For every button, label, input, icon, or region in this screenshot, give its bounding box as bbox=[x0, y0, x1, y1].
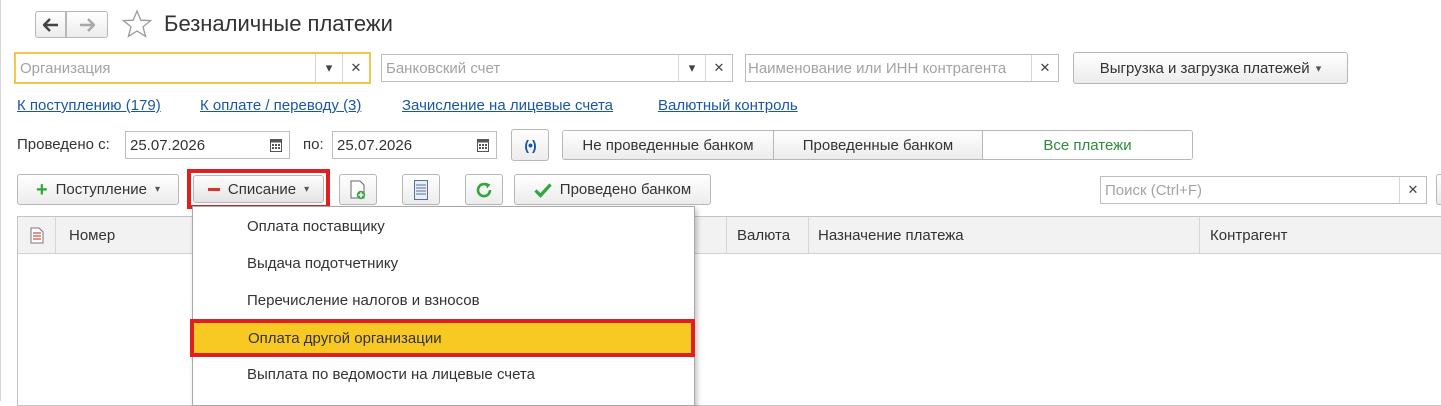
receipt-button[interactable]: + Поступление ▾ bbox=[17, 174, 179, 205]
page-title: Безналичные платежи bbox=[164, 11, 393, 36]
export-import-button[interactable]: Выгрузка и загрузка платежей ▾ bbox=[1073, 52, 1348, 84]
column-divider bbox=[808, 217, 809, 253]
bank-account-input[interactable] bbox=[382, 55, 678, 81]
plus-icon: + bbox=[35, 178, 48, 201]
close-icon: ✕ bbox=[1407, 182, 1419, 197]
link-to-pay[interactable]: К оплате / переводу (3) bbox=[200, 97, 361, 114]
arrow-right-icon bbox=[80, 17, 95, 32]
counterparty-input[interactable] bbox=[746, 55, 1031, 81]
chevron-down-icon: ▾ bbox=[325, 60, 333, 75]
search-options-button[interactable] bbox=[1436, 174, 1441, 205]
minus-icon bbox=[207, 187, 220, 191]
column-divider bbox=[1199, 217, 1200, 253]
chevron-down-icon: ▾ bbox=[1315, 62, 1322, 75]
organization-input[interactable] bbox=[16, 54, 315, 82]
tab-not-posted[interactable]: Не проведенные банком bbox=[563, 131, 774, 159]
organization-dropdown-button[interactable]: ▾ bbox=[315, 54, 342, 82]
close-icon: ✕ bbox=[350, 60, 362, 75]
period-from-label: Проведено с: bbox=[17, 136, 110, 153]
receipt-label: Поступление bbox=[55, 181, 148, 198]
period-to-label: по: bbox=[303, 136, 324, 153]
search-clear-button[interactable]: ✕ bbox=[1399, 177, 1426, 203]
status-tabs: Не проведенные банком Проведенные банком… bbox=[562, 130, 1193, 160]
posted-by-bank-label: Проведено банком bbox=[559, 181, 692, 198]
calendar-icon bbox=[476, 139, 489, 152]
period-settings-button[interactable]: (•) bbox=[511, 129, 549, 161]
organization-field[interactable]: ▾ ✕ bbox=[14, 52, 371, 84]
organization-clear-button[interactable]: ✕ bbox=[342, 54, 369, 82]
menu-item[interactable]: Выдача подотчетнику bbox=[193, 245, 694, 282]
writeoff-dropdown-menu: Оплата поставщику Выдача подотчетнику Пе… bbox=[190, 206, 695, 406]
chevron-down-icon: ▾ bbox=[155, 184, 161, 195]
menu-item[interactable]: Выплата по ведомости на лицевые счета bbox=[193, 356, 694, 393]
chevron-down-icon: ▾ bbox=[304, 183, 310, 195]
window-border bbox=[0, 0, 1, 401]
writeoff-label: Списание bbox=[227, 180, 297, 198]
list-icon bbox=[414, 179, 428, 200]
menu-item[interactable]: Оплата поставщику bbox=[193, 208, 694, 245]
calendar-button[interactable] bbox=[469, 132, 496, 158]
calendar-button[interactable] bbox=[262, 132, 289, 158]
export-import-label: Выгрузка и загрузка платежей bbox=[1099, 59, 1310, 77]
link-personal-accounts[interactable]: Зачисление на лицевые счета bbox=[402, 97, 613, 114]
back-button[interactable] bbox=[35, 11, 66, 38]
period-to-input[interactable] bbox=[333, 132, 469, 158]
period-to-field[interactable] bbox=[332, 131, 497, 159]
link-incoming[interactable]: К поступлению (179) bbox=[17, 97, 161, 114]
column-divider bbox=[726, 217, 727, 253]
writeoff-button[interactable]: Списание ▾ bbox=[193, 175, 324, 203]
menu-item[interactable]: Перечисление налогов и взносов bbox=[193, 282, 694, 319]
bank-account-clear-button[interactable]: ✕ bbox=[705, 55, 732, 81]
period-from-field[interactable] bbox=[125, 131, 290, 159]
create-copy-button[interactable] bbox=[339, 174, 377, 205]
column-purpose[interactable]: Назначение платежа bbox=[818, 227, 964, 244]
chevron-down-icon: ▾ bbox=[688, 60, 696, 75]
counterparty-clear-button[interactable]: ✕ bbox=[1031, 55, 1058, 81]
star-outline-icon[interactable] bbox=[121, 9, 153, 39]
column-number[interactable]: Номер bbox=[69, 227, 115, 244]
bank-account-dropdown-button[interactable]: ▾ bbox=[678, 55, 705, 81]
arrow-left-icon bbox=[42, 17, 58, 32]
document-add-icon bbox=[350, 180, 366, 199]
posted-by-bank-button[interactable]: Проведено банком bbox=[514, 174, 711, 205]
bank-account-field[interactable]: ▾ ✕ bbox=[381, 54, 733, 82]
calendar-icon bbox=[269, 139, 282, 152]
close-icon: ✕ bbox=[1039, 60, 1051, 75]
tab-all[interactable]: Все платежи bbox=[983, 131, 1192, 159]
column-counterparty[interactable]: Контрагент bbox=[1210, 227, 1288, 244]
link-currency-control[interactable]: Валютный контроль bbox=[658, 97, 798, 114]
search-input[interactable] bbox=[1101, 177, 1399, 203]
search-field[interactable]: ✕ bbox=[1100, 176, 1427, 204]
close-icon: ✕ bbox=[713, 60, 725, 75]
period-signal-icon: (•) bbox=[524, 137, 536, 153]
checkmark-icon bbox=[534, 182, 552, 198]
list-button[interactable] bbox=[402, 174, 440, 205]
menu-item-highlighted[interactable]: Оплата другой организации bbox=[190, 319, 695, 357]
column-icon-cell bbox=[18, 217, 56, 253]
refresh-icon bbox=[476, 182, 492, 197]
refresh-button[interactable] bbox=[465, 174, 503, 205]
counterparty-field[interactable]: ✕ bbox=[745, 54, 1059, 82]
period-from-input[interactable] bbox=[126, 132, 262, 158]
tab-posted[interactable]: Проведенные банком bbox=[774, 131, 983, 159]
document-icon bbox=[30, 227, 43, 243]
column-currency[interactable]: Валюта bbox=[737, 227, 790, 244]
forward-button[interactable] bbox=[66, 11, 108, 38]
